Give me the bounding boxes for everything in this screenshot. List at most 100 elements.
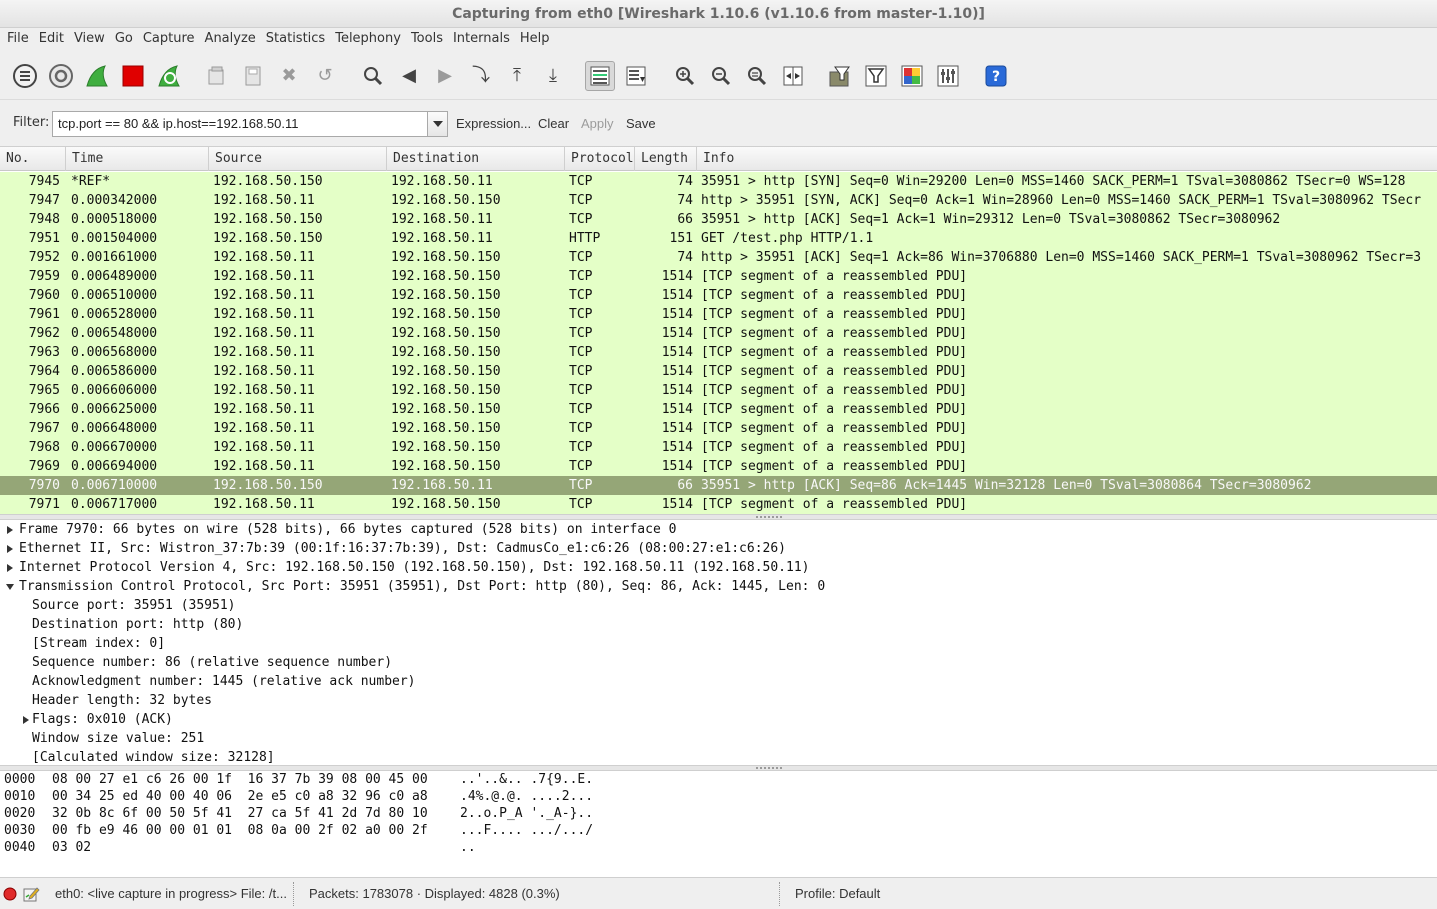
packet-row[interactable]: 7963 0.006568000 192.168.50.11 192.168.50.1…: [0, 343, 1437, 362]
capture-filters-button[interactable]: [825, 61, 855, 91]
menu-help[interactable]: Help: [515, 28, 555, 50]
expander-collapsed-icon[interactable]: [4, 558, 16, 577]
column-header-destination[interactable]: Destination: [387, 147, 565, 171]
auto-scroll-button[interactable]: [621, 61, 651, 91]
menu-tools[interactable]: Tools: [406, 28, 448, 50]
detail-tree-item[interactable]: Destination port: http (80): [0, 615, 1437, 634]
save-filter-button[interactable]: Save: [626, 116, 656, 131]
packet-row[interactable]: 7968 0.006670000 192.168.50.11 192.168.50.1…: [0, 438, 1437, 457]
packet-row[interactable]: 7962 0.006548000 192.168.50.11 192.168.50.1…: [0, 324, 1437, 343]
capture-comment-icon[interactable]: [22, 885, 40, 903]
packet-list[interactable]: No. Time Source Destination Protocol Len…: [0, 146, 1437, 514]
detail-tree-item[interactable]: Source port: 35951 (35951): [0, 596, 1437, 615]
packet-row[interactable]: 7948 0.000518000 192.168.50.150 192.168.50.…: [0, 210, 1437, 229]
start-capture-button[interactable]: [82, 61, 112, 91]
column-header-source[interactable]: Source: [209, 147, 387, 171]
profile-status[interactable]: Profile: Default: [795, 886, 880, 901]
colorize-button[interactable]: [585, 61, 615, 91]
detail-tree-item[interactable]: Sequence number: 86 (relative sequence n…: [0, 653, 1437, 672]
detail-tree-item[interactable]: [Calculated window size: 32128]: [0, 748, 1437, 765]
detail-tree-item[interactable]: Internet Protocol Version 4, Src: 192.16…: [0, 558, 1437, 577]
expression-button[interactable]: Expression...: [456, 116, 531, 131]
menu-file[interactable]: File: [2, 28, 34, 50]
save-file-button[interactable]: [238, 61, 268, 91]
detail-tree-item[interactable]: Frame 7970: 66 bytes on wire (528 bits),…: [0, 520, 1437, 539]
go-to-packet-button[interactable]: ⤵: [466, 61, 496, 91]
detail-tree-item[interactable]: Flags: 0x010 (ACK): [0, 710, 1437, 729]
packet-time-cell: 0.006670000: [71, 440, 158, 455]
packet-source-cell: 192.168.50.150: [213, 231, 323, 246]
detail-tree-item[interactable]: Window size value: 251: [0, 729, 1437, 748]
expert-info-error-icon[interactable]: [3, 887, 17, 901]
packet-row[interactable]: 7964 0.006586000 192.168.50.11 192.168.50.1…: [0, 362, 1437, 381]
normal-size-button[interactable]: [742, 61, 772, 91]
go-first-button[interactable]: ⤒: [502, 61, 532, 91]
packet-row[interactable]: 7971 0.006717000 192.168.50.11 192.168.50.1…: [0, 495, 1437, 514]
menu-edit[interactable]: Edit: [34, 28, 69, 50]
open-file-button[interactable]: [202, 61, 232, 91]
column-header-time[interactable]: Time: [66, 147, 209, 171]
packet-info-cell: [TCP segment of a reassembled PDU]: [701, 269, 968, 284]
packet-row[interactable]: 7947 0.000342000 192.168.50.11 192.168.50.1…: [0, 191, 1437, 210]
zoom-out-button[interactable]: [706, 61, 736, 91]
reload-button[interactable]: ↺: [310, 61, 340, 91]
detail-tree-item[interactable]: Header length: 32 bytes: [0, 691, 1437, 710]
resize-columns-button[interactable]: [778, 61, 808, 91]
preferences-button[interactable]: [933, 61, 963, 91]
menu-analyze[interactable]: Analyze: [200, 28, 261, 50]
close-file-button[interactable]: ✖: [274, 61, 304, 91]
interfaces-button[interactable]: [10, 61, 40, 91]
column-header-protocol[interactable]: Protocol: [565, 147, 635, 171]
packet-row[interactable]: 7951 0.001504000 192.168.50.150 192.168.50.…: [0, 229, 1437, 248]
packet-row[interactable]: 7952 0.001661000 192.168.50.11 192.168.50.1…: [0, 248, 1437, 267]
packet-row[interactable]: 7966 0.006625000 192.168.50.11 192.168.50.1…: [0, 400, 1437, 419]
menu-go[interactable]: Go: [110, 28, 138, 50]
packet-no-cell: 7964: [28, 364, 60, 379]
stop-capture-button[interactable]: [118, 61, 148, 91]
expander-collapsed-icon[interactable]: [20, 710, 32, 729]
column-header-length[interactable]: Length: [635, 147, 697, 171]
packet-protocol-cell: TCP: [569, 212, 593, 227]
packet-row[interactable]: 7967 0.006648000 192.168.50.11 192.168.50.1…: [0, 419, 1437, 438]
start-capture-icon: [86, 65, 108, 87]
capture-options-button[interactable]: [46, 61, 76, 91]
go-last-button[interactable]: ⤓: [538, 61, 568, 91]
find-packet-button[interactable]: [358, 61, 388, 91]
detail-tree-item[interactable]: Ethernet II, Src: Wistron_37:7b:39 (00:1…: [0, 539, 1437, 558]
packet-row[interactable]: 7945 *REF* 192.168.50.150 192.168.50.11 TCP 7…: [0, 172, 1437, 191]
packet-details-tree[interactable]: Frame 7970: 66 bytes on wire (528 bits),…: [0, 520, 1437, 765]
column-header-no[interactable]: No.: [0, 147, 66, 171]
packet-row[interactable]: 7960 0.006510000 192.168.50.11 192.168.50.1…: [0, 286, 1437, 305]
menu-capture[interactable]: Capture: [138, 28, 200, 50]
help-button[interactable]: ?: [981, 61, 1011, 91]
filter-history-dropdown[interactable]: [427, 111, 448, 137]
packet-row[interactable]: 7961 0.006528000 192.168.50.11 192.168.50.1…: [0, 305, 1437, 324]
expander-collapsed-icon[interactable]: [4, 539, 16, 558]
menu-view[interactable]: View: [69, 28, 110, 50]
zoom-in-button[interactable]: [670, 61, 700, 91]
detail-tree-item[interactable]: Acknowledgment number: 1445 (relative ac…: [0, 672, 1437, 691]
packet-row[interactable]: 7970 0.006710000 192.168.50.150 192.168.50.…: [0, 476, 1437, 495]
menu-internals[interactable]: Internals: [448, 28, 515, 50]
packet-row[interactable]: 7969 0.006694000 192.168.50.11 192.168.50.1…: [0, 457, 1437, 476]
detail-tree-item[interactable]: [Stream index: 0]: [0, 634, 1437, 653]
hex-bytes: 08 00 27 e1 c6 26 00 1f 16 37 7b 39 08 0…: [52, 772, 428, 787]
packet-row[interactable]: 7959 0.006489000 192.168.50.11 192.168.50.1…: [0, 267, 1437, 286]
expander-collapsed-icon[interactable]: [4, 520, 16, 539]
column-header-info[interactable]: Info: [697, 147, 1437, 171]
expander-expanded-icon[interactable]: [4, 577, 16, 596]
go-back-button[interactable]: ◀: [394, 61, 424, 91]
filter-input[interactable]: tcp.port == 80 && ip.host==192.168.50.11: [52, 111, 428, 137]
display-filters-button[interactable]: [861, 61, 891, 91]
svg-text:?: ?: [992, 69, 1000, 85]
packet-row[interactable]: 7965 0.006606000 192.168.50.11 192.168.50.1…: [0, 381, 1437, 400]
apply-button[interactable]: Apply: [581, 116, 614, 131]
go-forward-button[interactable]: ▶: [430, 61, 460, 91]
menu-telephony[interactable]: Telephony: [330, 28, 406, 50]
clear-button[interactable]: Clear: [538, 116, 569, 131]
detail-tree-item[interactable]: Transmission Control Protocol, Src Port:…: [0, 577, 1437, 596]
restart-capture-button[interactable]: [154, 61, 184, 91]
coloring-rules-button[interactable]: [897, 61, 927, 91]
packet-bytes-pane[interactable]: 0000 08 00 27 e1 c6 26 00 1f 16 37 7b 39 …: [0, 771, 1437, 877]
menu-statistics[interactable]: Statistics: [261, 28, 330, 50]
